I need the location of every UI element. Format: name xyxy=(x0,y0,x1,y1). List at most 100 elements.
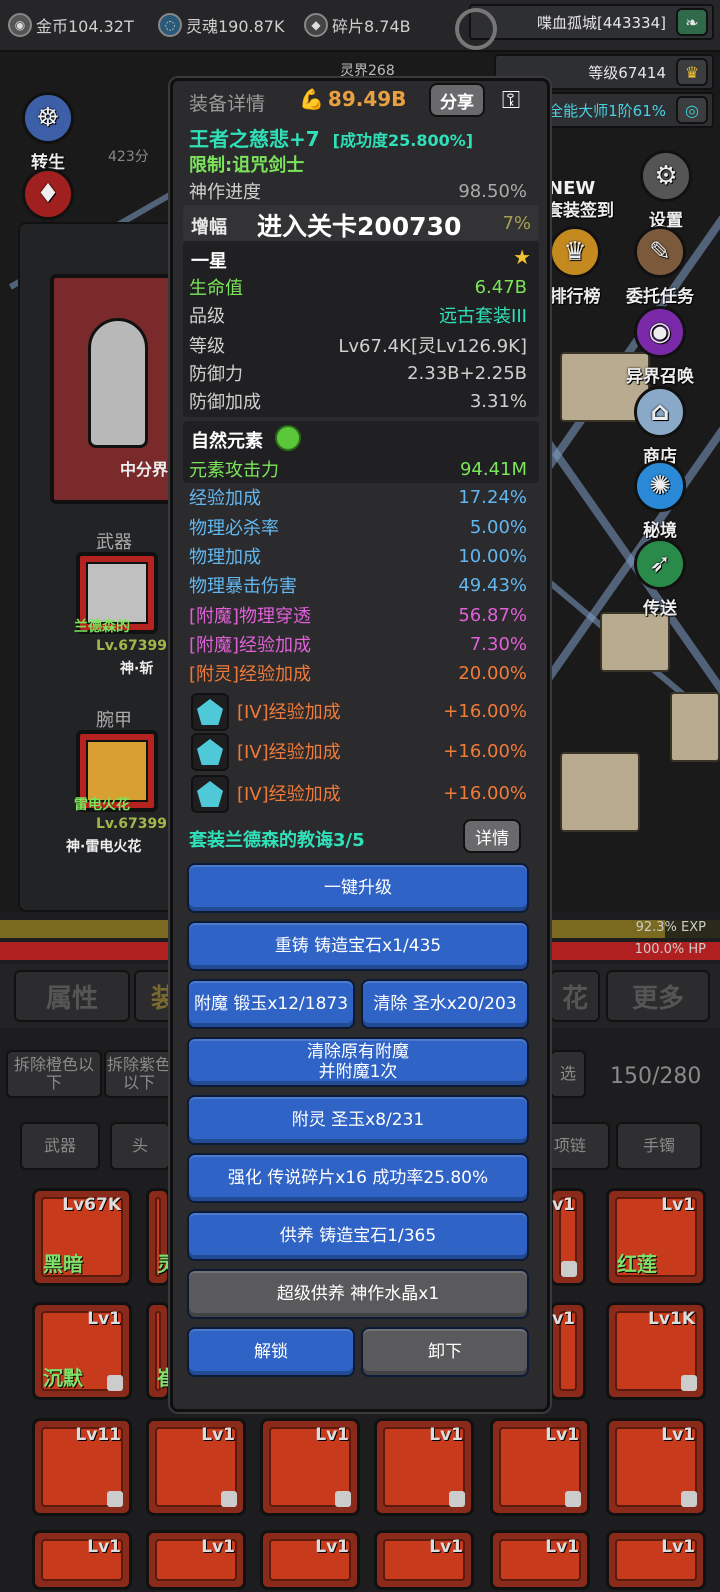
inventory-item[interactable]: Lv11 xyxy=(32,1418,132,1516)
gem-value: +16.00% xyxy=(443,782,527,804)
player-name-row[interactable]: 喋血孤城[443334] ❧ xyxy=(469,4,714,40)
inventory-item[interactable]: Lv1 xyxy=(32,1530,132,1590)
tab-attributes-label: 属性 xyxy=(45,983,98,1014)
item-level: Lv67K xyxy=(62,1195,121,1215)
item-level: Lv1 xyxy=(201,1537,235,1557)
gold-coin-icon: ◉ xyxy=(8,13,32,37)
inventory-item[interactable]: Lv1 xyxy=(541,1188,586,1286)
stat-row: 等级 Lv67.4K[灵Lv126.9K] xyxy=(189,331,527,359)
unequip-button[interactable]: 卸下 xyxy=(361,1327,529,1377)
success-rate: [成功度25.800%] xyxy=(332,131,474,150)
lock-icon xyxy=(681,1375,697,1391)
rebirth-button[interactable]: ☸ 转生 xyxy=(8,92,88,173)
stat-value: 远古套装III xyxy=(439,306,527,327)
spirit-attach-button[interactable]: 附灵 圣玉x8/231 xyxy=(187,1095,529,1145)
filter-bracelet[interactable]: 手镯 xyxy=(616,1122,702,1170)
inventory-item[interactable]: Lv1 红莲 xyxy=(606,1188,706,1286)
lock-icon xyxy=(221,1491,237,1507)
select-label: 选 xyxy=(559,1064,576,1083)
class-restriction: 限制:诅咒剑士 xyxy=(189,155,305,176)
teleport-button[interactable]: ➶ 传送 xyxy=(620,538,700,619)
settings-button[interactable]: ⚙ 设置 xyxy=(626,150,706,231)
clear-and-enchant-label: 清除原有附魔 并附魔1次 xyxy=(307,1042,409,1082)
stat-row: 品级 远古套装III xyxy=(189,301,527,329)
dialog-title: 装备详情 xyxy=(189,93,266,115)
inventory-item[interactable]: Lv1 xyxy=(606,1530,706,1590)
offer-label: 供养 铸造宝石1/365 xyxy=(279,1226,437,1246)
inventory-item[interactable]: Lv1 xyxy=(260,1530,360,1590)
strengthen-button[interactable]: 强化 传说碎片x16 成功率25.80% xyxy=(187,1153,529,1203)
clear-and-enchant-button[interactable]: 清除原有附魔 并附魔1次 xyxy=(187,1037,529,1087)
tab-other[interactable]: 花 xyxy=(550,970,600,1022)
bonus-row: 经验加成 17.24% xyxy=(189,483,527,511)
bonus-value: 49.43% xyxy=(458,574,527,596)
bracer-name: 雷电火花 xyxy=(74,797,130,813)
super-offer-button[interactable]: 超级供养 神作水晶x1 xyxy=(187,1269,529,1319)
inventory-item[interactable]: Lv67K 黑暗 xyxy=(32,1188,132,1286)
enchant-button[interactable]: 附魔 锻玉x12/1873 xyxy=(187,979,355,1029)
dismantle-orange-button[interactable]: 拆除橙色以下 xyxy=(6,1050,102,1098)
lock-icon xyxy=(561,1261,577,1277)
reforge-button[interactable]: 重铸 铸造宝石x1/435 xyxy=(187,921,529,971)
shop-icon: ⌂ xyxy=(634,386,686,438)
summon-button[interactable]: ◉ 异界召唤 xyxy=(620,306,700,387)
tab-attributes[interactable]: 属性 xyxy=(14,970,130,1022)
dismantle-purple-button[interactable]: 拆除紫色以下 xyxy=(104,1050,174,1098)
select-button[interactable]: 选 xyxy=(550,1050,586,1098)
checkin-button[interactable]: 套装签到 xyxy=(540,196,620,221)
element-section-title: 自然元素 xyxy=(191,431,263,452)
enchant-label: [附魔]物理穿透 xyxy=(189,606,312,627)
inventory-item[interactable]: Lv1 沉默 xyxy=(32,1302,132,1400)
secret-realm-button[interactable]: ✺ 秘境 xyxy=(620,460,700,541)
share-button[interactable]: 分享 xyxy=(429,83,485,117)
filter-head[interactable]: 头 xyxy=(110,1122,170,1170)
inventory-item[interactable]: Lv1 xyxy=(541,1302,586,1400)
bracer-level: Lv.67399 xyxy=(96,816,167,832)
amplify-row: 增幅 进入关卡200730 7% xyxy=(183,205,539,241)
delegate-button[interactable]: ✎ 委托任务 xyxy=(620,226,700,307)
unlock-label: 解锁 xyxy=(254,1342,288,1362)
crown-icon: ♛ xyxy=(676,58,708,86)
spiral-icon: ◎ xyxy=(676,96,708,124)
inventory-item[interactable]: Lv1 xyxy=(606,1418,706,1516)
item-name: 黑暗 xyxy=(43,1252,83,1276)
unlock-button[interactable]: 解锁 xyxy=(187,1327,355,1377)
offer-button[interactable]: 供养 铸造宝石1/365 xyxy=(187,1211,529,1261)
lock-icon xyxy=(335,1491,351,1507)
inventory-item[interactable]: Lv1 xyxy=(490,1530,590,1590)
gem-socket[interactable] xyxy=(191,775,229,813)
inventory-item[interactable]: Lv1K xyxy=(606,1302,706,1400)
inventory-item[interactable]: Lv1 xyxy=(260,1418,360,1516)
master-progress: 全能大师1阶61% xyxy=(548,101,666,120)
stat-value: Lv67.4K[灵Lv126.9K] xyxy=(338,336,527,357)
inventory-item[interactable]: Lv1 xyxy=(146,1530,246,1590)
artifact-progress-value: 98.50% xyxy=(458,180,527,202)
inventory-count: 150/280 xyxy=(610,1064,702,1089)
one-click-upgrade-button[interactable]: 一键升级 xyxy=(187,863,529,913)
bonus-row: 物理暴击伤害 49.43% xyxy=(189,571,527,599)
orb-icon: ✺ xyxy=(634,460,686,512)
inventory-item[interactable]: Lv1 xyxy=(374,1530,474,1590)
checkin-label: 套装签到 xyxy=(546,201,614,221)
clear-enchant-button[interactable]: 清除 圣水x20/203 xyxy=(361,979,529,1029)
inventory-item[interactable]: Lv1 xyxy=(374,1418,474,1516)
filter-bracelet-label: 手镯 xyxy=(642,1136,675,1155)
element-attack-row: 元素攻击力 94.41M xyxy=(189,455,527,483)
inventory-item[interactable]: Lv1 xyxy=(146,1418,246,1516)
inventory-item[interactable]: Lv1 xyxy=(490,1418,590,1516)
stat-value: 3.31% xyxy=(469,390,527,412)
lock-icon xyxy=(565,1491,581,1507)
set-detail-button[interactable]: 详情 xyxy=(463,819,521,853)
inventory-item[interactable]: 崔 xyxy=(146,1302,177,1400)
shop-button[interactable]: ⌂ 商店 xyxy=(620,386,700,467)
unequip-label: 卸下 xyxy=(428,1342,462,1362)
tab-more[interactable]: 更多 xyxy=(606,970,710,1022)
stat-row: 生命值 6.47B xyxy=(189,273,527,301)
stat-value: 2.33B+2.25B xyxy=(407,362,527,384)
lock-toggle-icon[interactable]: ⚿ xyxy=(493,83,529,117)
gem-socket[interactable] xyxy=(191,693,229,731)
inventory-item[interactable]: 灵 xyxy=(146,1188,177,1286)
gem-socket[interactable] xyxy=(191,733,229,771)
filter-weapon[interactable]: 武器 xyxy=(20,1122,100,1170)
item-level: Lv1 xyxy=(87,1309,121,1329)
